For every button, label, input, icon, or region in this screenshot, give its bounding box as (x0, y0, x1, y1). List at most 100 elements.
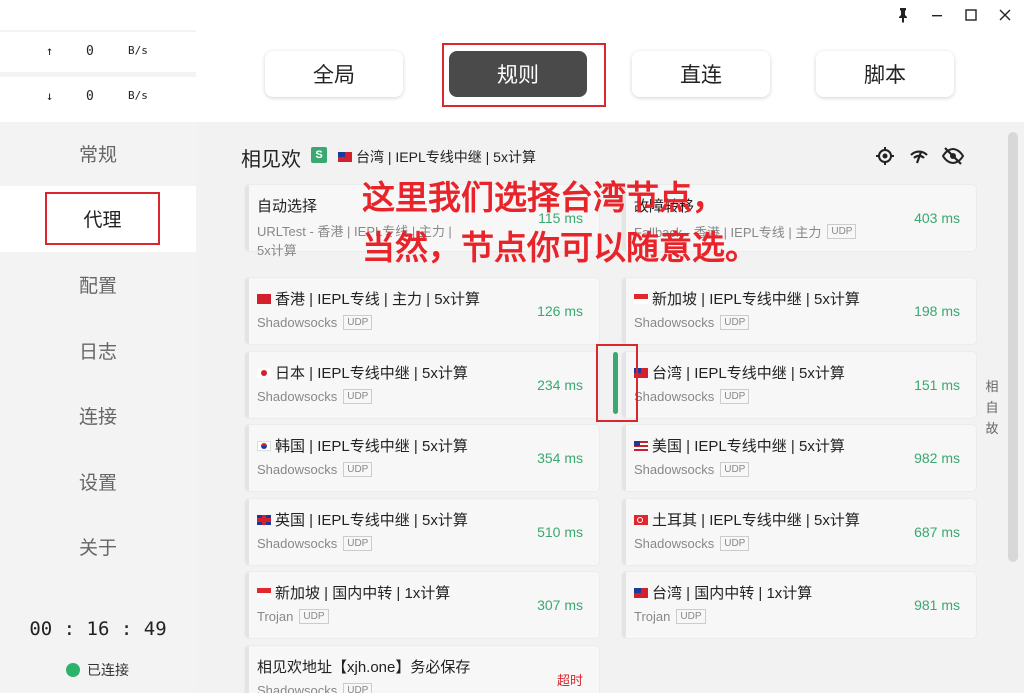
proxy-card-japan[interactable]: 日本 | IEPL专线中继 | 5x计算 Shadowsocks UDP 234 … (245, 352, 599, 418)
proxy-type: Shadowsocks UDP (634, 315, 750, 330)
proxy-card-turkey[interactable]: 土耳其 | IEPL专线中继 | 5x计算 Shadowsocks UDP 687… (622, 499, 976, 565)
proxy-card-uk[interactable]: 英国 | IEPL专线中继 | 5x计算 Shadowsocks UDP 510 … (245, 499, 599, 565)
proxy-type: Trojan UDP (634, 609, 706, 624)
udp-badge: UDP (299, 609, 329, 624)
proxy-name: 新加坡 | IEPL专线中继 | 5x计算 (634, 288, 860, 309)
proxy-card-usa[interactable]: 美国 | IEPL专线中继 | 5x计算 Shadowsocks UDP 982 … (622, 425, 976, 491)
connection-timer: 00 : 16 : 49 (29, 618, 167, 640)
hide-unavailable-icon[interactable] (942, 145, 964, 167)
singapore-flag-icon (634, 293, 648, 304)
upload-value: 0 (86, 44, 94, 59)
status-dot-icon (66, 663, 80, 677)
proxy-delay: 687 ms (914, 524, 960, 540)
korea-flag-icon (257, 440, 271, 451)
proxy-name: 英国 | IEPL专线中继 | 5x计算 (257, 509, 468, 530)
proxy-type: Shadowsocks UDP (634, 462, 750, 477)
proxy-delay: 354 ms (537, 450, 583, 466)
download-value: 0 (86, 89, 94, 104)
udp-badge: UDP (720, 315, 750, 330)
sidebar-item-proxy[interactable]: 代理 (45, 192, 160, 245)
proxy-card-singapore-relay[interactable]: 新加坡 | 国内中转 | 1x计算 Trojan UDP 307 ms (245, 572, 599, 638)
title-bar (0, 0, 1024, 30)
rule-mode-highlight-box (442, 43, 606, 107)
sidebar-item-about[interactable]: 关于 (0, 515, 196, 577)
group-index-letter[interactable]: 故 (984, 418, 1000, 439)
upload-speed: ↑ 0 B/s (0, 32, 196, 72)
group-current-proxy: 台湾 | IEPL专线中继 | 5x计算 (338, 147, 536, 167)
proxy-delay: 126 ms (537, 303, 583, 319)
proxy-type: Trojan UDP (257, 609, 329, 624)
annotation-line-2: 当然，节点你可以随意选。 (362, 229, 758, 266)
sidebar-item-connections[interactable]: 连接 (0, 384, 196, 446)
proxy-type: Shadowsocks UDP (257, 389, 373, 404)
sidebar-item-settings[interactable]: 设置 (0, 450, 196, 512)
taiwan-flag-icon (338, 152, 352, 162)
mode-script-button[interactable]: 脚本 (816, 51, 954, 97)
scrollbar[interactable] (1008, 132, 1018, 562)
sidebar-item-general[interactable]: 常规 (0, 122, 196, 184)
uk-flag-icon (257, 514, 271, 525)
proxy-card-taiwan-relay[interactable]: 台湾 | 国内中转 | 1x计算 Trojan UDP 981 ms (622, 572, 976, 638)
status-label: 已连接 (87, 662, 129, 678)
proxy-card-taiwan-iepl[interactable]: 台湾 | IEPL专线中继 | 5x计算 Shadowsocks UDP 151 … (622, 352, 976, 418)
proxy-name: 相见欢地址【xjh.one】务必保存 (257, 659, 471, 676)
proxy-type: Shadowsocks UDP (634, 389, 750, 404)
proxy-type-continued: 5x计算 (257, 243, 297, 258)
udp-badge: UDP (343, 389, 373, 404)
maximize-icon[interactable] (958, 4, 984, 26)
proxy-name: 美国 | IEPL专线中继 | 5x计算 (634, 435, 845, 456)
download-speed: ↓ 0 B/s (0, 77, 196, 117)
selected-proxy-highlight-box (596, 344, 638, 422)
proxy-delay: 198 ms (914, 303, 960, 319)
proxy-delay: 超时 (556, 673, 583, 688)
proxy-delay: 234 ms (537, 377, 583, 393)
hongkong-flag-icon (257, 293, 271, 304)
locate-icon[interactable] (874, 145, 896, 167)
proxy-name: 台湾 | IEPL专线中继 | 5x计算 (634, 362, 845, 383)
proxy-name: 日本 | IEPL专线中继 | 5x计算 (257, 362, 468, 383)
connection-status: 已连接 (66, 660, 129, 680)
proxy-delay: 510 ms (537, 524, 583, 540)
proxy-delay: 307 ms (537, 597, 583, 613)
udp-badge: UDP (343, 683, 373, 693)
udp-badge: UDP (343, 536, 373, 551)
proxy-delay: 403 ms (914, 210, 960, 226)
taiwan-flag-icon (634, 587, 648, 598)
minimize-icon[interactable] (924, 4, 950, 26)
japan-flag-icon (257, 367, 271, 378)
group-index[interactable]: 相 自 故 (984, 376, 1000, 439)
singapore-flag-icon (257, 587, 271, 598)
proxy-type: Shadowsocks UDP (257, 315, 373, 330)
pin-icon[interactable] (890, 4, 916, 26)
udp-badge: UDP (343, 462, 373, 477)
proxy-card-korea[interactable]: 韩国 | IEPL专线中继 | 5x计算 Shadowsocks UDP 354 … (245, 425, 599, 491)
speed-test-icon[interactable] (908, 145, 930, 167)
proxy-card-singapore-iepl[interactable]: 新加坡 | IEPL专线中继 | 5x计算 Shadowsocks UDP 198… (622, 278, 976, 344)
udp-badge: UDP (676, 609, 706, 624)
mode-bar: 全局 规则 直连 脚本 (196, 30, 1024, 122)
proxy-delay: 982 ms (914, 450, 960, 466)
annotation-overlay: 这里我们选择台湾节点， 当然，节点你可以随意选。 (362, 173, 758, 273)
usa-flag-icon (634, 440, 648, 451)
upload-unit: B/s (128, 44, 148, 57)
turkey-flag-icon (634, 514, 648, 525)
udp-badge: UDP (720, 462, 750, 477)
proxy-card-address-notice[interactable]: 相见欢地址【xjh.one】务必保存 Shadowsocks UDP 超时 (245, 646, 599, 693)
proxy-name: 香港 | IEPL专线 | 主力 | 5x计算 (257, 288, 480, 309)
proxy-type: Shadowsocks UDP (634, 536, 750, 551)
download-unit: B/s (128, 89, 148, 102)
group-title: 相见欢 (241, 149, 301, 171)
group-index-letter[interactable]: 相 (984, 376, 1000, 397)
group-index-letter[interactable]: 自 (984, 397, 1000, 418)
udp-badge: UDP (720, 389, 750, 404)
proxy-type: Shadowsocks UDP (257, 683, 373, 693)
mode-direct-button[interactable]: 直连 (632, 51, 770, 97)
annotation-line-1: 这里我们选择台湾节点， (362, 179, 725, 216)
mode-global-button[interactable]: 全局 (265, 51, 403, 97)
proxy-name: 新加坡 | 国内中转 | 1x计算 (257, 582, 450, 603)
sidebar-item-logs[interactable]: 日志 (0, 319, 196, 381)
sidebar-item-profiles[interactable]: 配置 (0, 253, 196, 315)
proxy-card-hongkong[interactable]: 香港 | IEPL专线 | 主力 | 5x计算 Shadowsocks UDP 1… (245, 278, 599, 344)
close-icon[interactable] (992, 4, 1018, 26)
proxy-type: Shadowsocks UDP (257, 462, 373, 477)
